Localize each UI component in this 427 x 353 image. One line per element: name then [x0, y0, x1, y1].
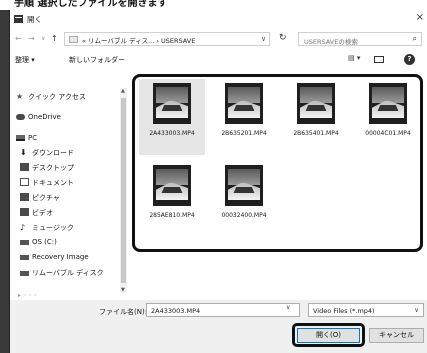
- left-dark-margin: [0, 10, 9, 353]
- nav-label: OS (C:): [32, 238, 57, 246]
- nav-item-desktop[interactable]: デスクトップ: [20, 163, 74, 175]
- truncated-nav-item: ▸ ◦ ◦ ◦: [18, 292, 38, 299]
- caption-text: 手順 選択したファイルを開きます: [14, 0, 168, 9]
- nav-item-removable-disk[interactable]: リムーバブル ディスク: [20, 268, 104, 280]
- command-bar: 整理 ▾ 新しいフォルダー ▤ ▾ ?: [10, 52, 427, 68]
- video-icon: [20, 208, 29, 216]
- document-icon: [20, 178, 29, 186]
- nav-label: ドキュメント: [32, 179, 74, 187]
- nav-label: Recovery Image: [32, 253, 89, 261]
- scroll-down-icon[interactable]: ▼: [121, 287, 125, 293]
- drive-icon: [20, 240, 29, 245]
- search-icon[interactable]: ⌕: [413, 34, 417, 44]
- refresh-icon[interactable]: ↻: [279, 33, 287, 43]
- nav-item-documents[interactable]: ドキュメント: [20, 178, 74, 190]
- nav-item-music[interactable]: ♪ ミュージック: [20, 223, 74, 235]
- nav-label: デスクトップ: [32, 164, 74, 172]
- file-type-value: Video Files (*.mp4): [313, 307, 375, 315]
- cancel-button[interactable]: キャンセル: [369, 328, 424, 343]
- nav-scrollbar[interactable]: ▲ ▼: [120, 88, 127, 293]
- address-bar-row: ← → ∨ ↑ « リムーバブル ディス... › USERSAVE ∨ ↻ U…: [10, 30, 427, 48]
- files-highlight-frame: [132, 74, 423, 252]
- file-type-select[interactable]: Video Files (*.mp4) ∨: [308, 303, 424, 317]
- nav-item-os-drive[interactable]: OS (C:): [20, 238, 57, 250]
- nav-item-pictures[interactable]: ピクチャ: [20, 193, 60, 205]
- scroll-up-icon[interactable]: ▲: [121, 88, 125, 94]
- search-placeholder: USERSAVEの検索: [304, 38, 358, 46]
- view-menu-icon[interactable]: ▤ ▾: [348, 54, 360, 62]
- nav-item-quick-access[interactable]: ★ クイック アクセス: [16, 92, 86, 104]
- nav-item-onedrive[interactable]: OneDrive: [16, 113, 61, 125]
- organize-button[interactable]: 整理 ▾: [15, 55, 35, 65]
- nav-label: ビデオ: [32, 209, 53, 217]
- removable-drive-icon: [20, 271, 29, 276]
- filename-label: ファイル名(N):: [99, 308, 148, 316]
- star-icon: ★: [16, 92, 24, 101]
- folder-icon: [69, 36, 78, 43]
- chevron-down-icon: ∨: [414, 306, 419, 314]
- filename-value: 2A433003.MP4: [151, 307, 201, 315]
- open-file-dialog: 開く × ← → ∨ ↑ « リムーバブル ディス... › USERSAVE …: [9, 10, 427, 353]
- nav-label: ダウンロード: [32, 149, 74, 157]
- nav-label: リムーバブル ディスク: [32, 269, 104, 277]
- desktop-icon: [20, 163, 29, 171]
- window-title: 開く: [27, 15, 42, 24]
- forward-icon[interactable]: →: [28, 34, 35, 43]
- nav-label: ピクチャ: [32, 194, 60, 202]
- search-input[interactable]: USERSAVEの検索 ⌕: [298, 32, 422, 46]
- drive-icon: [20, 255, 29, 260]
- preview-pane-icon[interactable]: [374, 56, 384, 63]
- nav-label: PC: [28, 134, 38, 142]
- nav-item-videos[interactable]: ビデオ: [20, 208, 53, 220]
- music-icon: ♪: [20, 223, 26, 232]
- chevron-down-icon[interactable]: ∨: [261, 35, 266, 43]
- download-icon: ⬇: [20, 148, 27, 157]
- computer-icon: [16, 135, 25, 141]
- nav-label: OneDrive: [28, 113, 61, 121]
- title-bar: 開く ×: [10, 10, 427, 28]
- address-field[interactable]: « リムーバブル ディス... › USERSAVE ∨: [64, 32, 270, 46]
- address-path: « リムーバブル ディス... › USERSAVE: [82, 37, 196, 45]
- back-icon[interactable]: ←: [15, 34, 22, 43]
- page-caption: 手順 選択したファイルを開きます: [0, 0, 427, 10]
- up-folder-icon[interactable]: ↑: [51, 34, 58, 43]
- chevron-down-icon[interactable]: ∨: [286, 304, 290, 311]
- nav-item-downloads[interactable]: ⬇ ダウンロード: [20, 148, 74, 160]
- new-folder-button[interactable]: 新しいフォルダー: [69, 55, 125, 65]
- filename-field[interactable]: 2A433003.MP4: [146, 303, 300, 317]
- help-icon[interactable]: ?: [404, 54, 415, 65]
- file-list: 2A433003.MP4 2B635201.MP4 2B635401.MP4 0…: [127, 72, 427, 292]
- nav-label: クイック アクセス: [28, 93, 86, 101]
- navigation-pane: ★ クイック アクセス OneDrive PC ⬇ ダウンロード デスクトップ ドキ…: [10, 72, 120, 292]
- recent-locations-icon[interactable]: ∨: [41, 35, 45, 42]
- scrollbar-thumb[interactable]: [121, 98, 126, 283]
- pictures-icon: [20, 193, 29, 201]
- nav-item-recovery-image[interactable]: Recovery Image: [20, 253, 89, 265]
- open-button[interactable]: 開く(O): [297, 328, 360, 343]
- cloud-icon: [16, 114, 25, 120]
- nav-item-pc[interactable]: PC: [16, 134, 37, 146]
- close-icon[interactable]: ×: [416, 12, 424, 23]
- nav-label: ミュージック: [32, 224, 74, 232]
- app-icon: [14, 15, 23, 23]
- dialog-footer: ファイル名(N): 2A433003.MP4 ∨ Video Files (*.…: [10, 300, 427, 353]
